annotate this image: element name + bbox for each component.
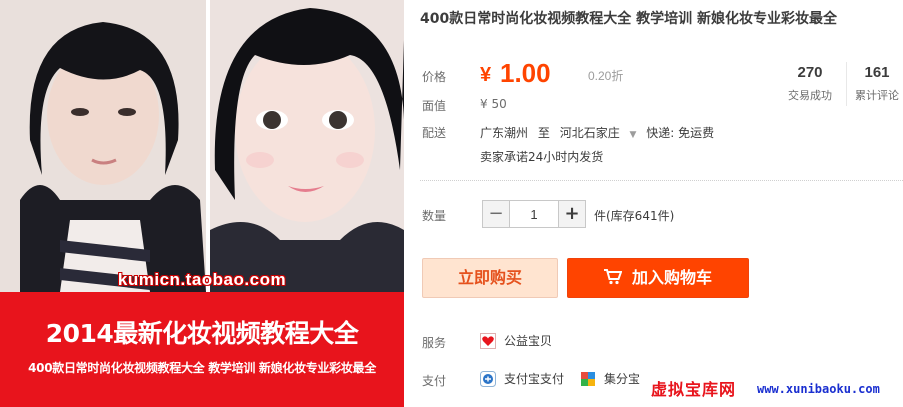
- sales-stat[interactable]: 270 交易成功: [780, 64, 840, 103]
- original-price: ¥ 50: [480, 97, 507, 111]
- service-item[interactable]: 公益宝贝: [480, 332, 552, 349]
- sales-label: 交易成功: [788, 89, 832, 102]
- cart-icon: [603, 269, 622, 285]
- decrement-button[interactable]: −: [482, 200, 510, 228]
- add-to-cart-label: 加入购物车: [631, 268, 712, 287]
- price-currency: ¥: [480, 64, 492, 86]
- jifenbao-icon: [581, 371, 596, 386]
- alipay-icon: [480, 370, 496, 387]
- ship-fee: 快递: 免运费: [646, 126, 715, 140]
- sales-count: 270: [797, 64, 823, 81]
- banner-main-text: 2014最新化妆视频教程大全: [45, 319, 359, 348]
- payment-alipay-label: 支付宝支付: [504, 372, 565, 386]
- site-watermark-cn: 虚拟宝库网: [651, 380, 737, 399]
- price-label: 价格: [422, 70, 447, 84]
- payment-methods: 支付宝支付 集分宝: [480, 370, 656, 387]
- buy-now-button[interactable]: 立即购买: [422, 258, 558, 298]
- original-price-label: 面值: [422, 99, 447, 113]
- before-photo: [0, 0, 206, 292]
- product-image[interactable]: kumicn.taobao.com 2014最新化妆视频教程大全 400款日常时…: [0, 0, 404, 407]
- product-detail-panel: 400款日常时尚化妆视频教程大全 教学培训 新娘化妆专业彩妆最全 价格 ¥ 1.…: [420, 0, 903, 407]
- delivery-promise: 卖家承诺24小时内发货: [480, 150, 604, 164]
- shipping-info: 广东潮州 至 河北石家庄 ▼ 快递: 免运费: [480, 124, 720, 141]
- payment-jifenbao[interactable]: 集分宝: [580, 370, 640, 387]
- ship-to-word: 至: [537, 126, 550, 140]
- payment-alipay[interactable]: 支付宝支付: [480, 370, 564, 387]
- quantity-input[interactable]: [510, 200, 558, 228]
- chevron-down-icon[interactable]: ▼: [630, 130, 637, 140]
- quantity-label: 数量: [422, 209, 447, 223]
- quantity-stepper: − +: [482, 200, 586, 228]
- image-red-banner: 2014最新化妆视频教程大全 400款日常时尚化妆视频教程大全 教学培训 新娘化…: [0, 292, 404, 407]
- image-watermark-url: kumicn.taobao.com: [117, 270, 287, 289]
- product-title: 400款日常时尚化妆视频教程大全 教学培训 新娘化妆专业彩妆最全: [420, 11, 837, 27]
- after-photo: [210, 0, 404, 292]
- reviews-label: 累计评论: [855, 89, 899, 102]
- increment-button[interactable]: +: [558, 200, 586, 228]
- payment-jifenbao-label: 集分宝: [604, 372, 641, 386]
- payment-label: 支付: [422, 374, 447, 388]
- add-to-cart-button[interactable]: 加入购物车: [567, 258, 749, 298]
- reviews-stat[interactable]: 161 累计评论: [847, 64, 903, 103]
- service-label: 服务: [422, 336, 447, 350]
- site-watermark-url: www.xunibaoku.com: [757, 382, 880, 396]
- service-item-label: 公益宝贝: [504, 334, 553, 348]
- banner-sub-text: 400款日常时尚化妆视频教程大全 教学培训 新娘化妆专业彩妆最全: [28, 361, 376, 375]
- reviews-count: 161: [864, 64, 890, 81]
- stock-text: 件(库存641件): [594, 209, 675, 223]
- shipping-label: 配送: [422, 126, 447, 140]
- ship-to-select[interactable]: 河北石家庄: [560, 126, 620, 140]
- discount-text: 0.20折: [588, 69, 624, 83]
- charity-heart-icon: [480, 332, 496, 349]
- ship-from: 广东潮州: [480, 126, 529, 140]
- price-value: 1.00: [500, 58, 551, 88]
- section-divider: [420, 180, 903, 181]
